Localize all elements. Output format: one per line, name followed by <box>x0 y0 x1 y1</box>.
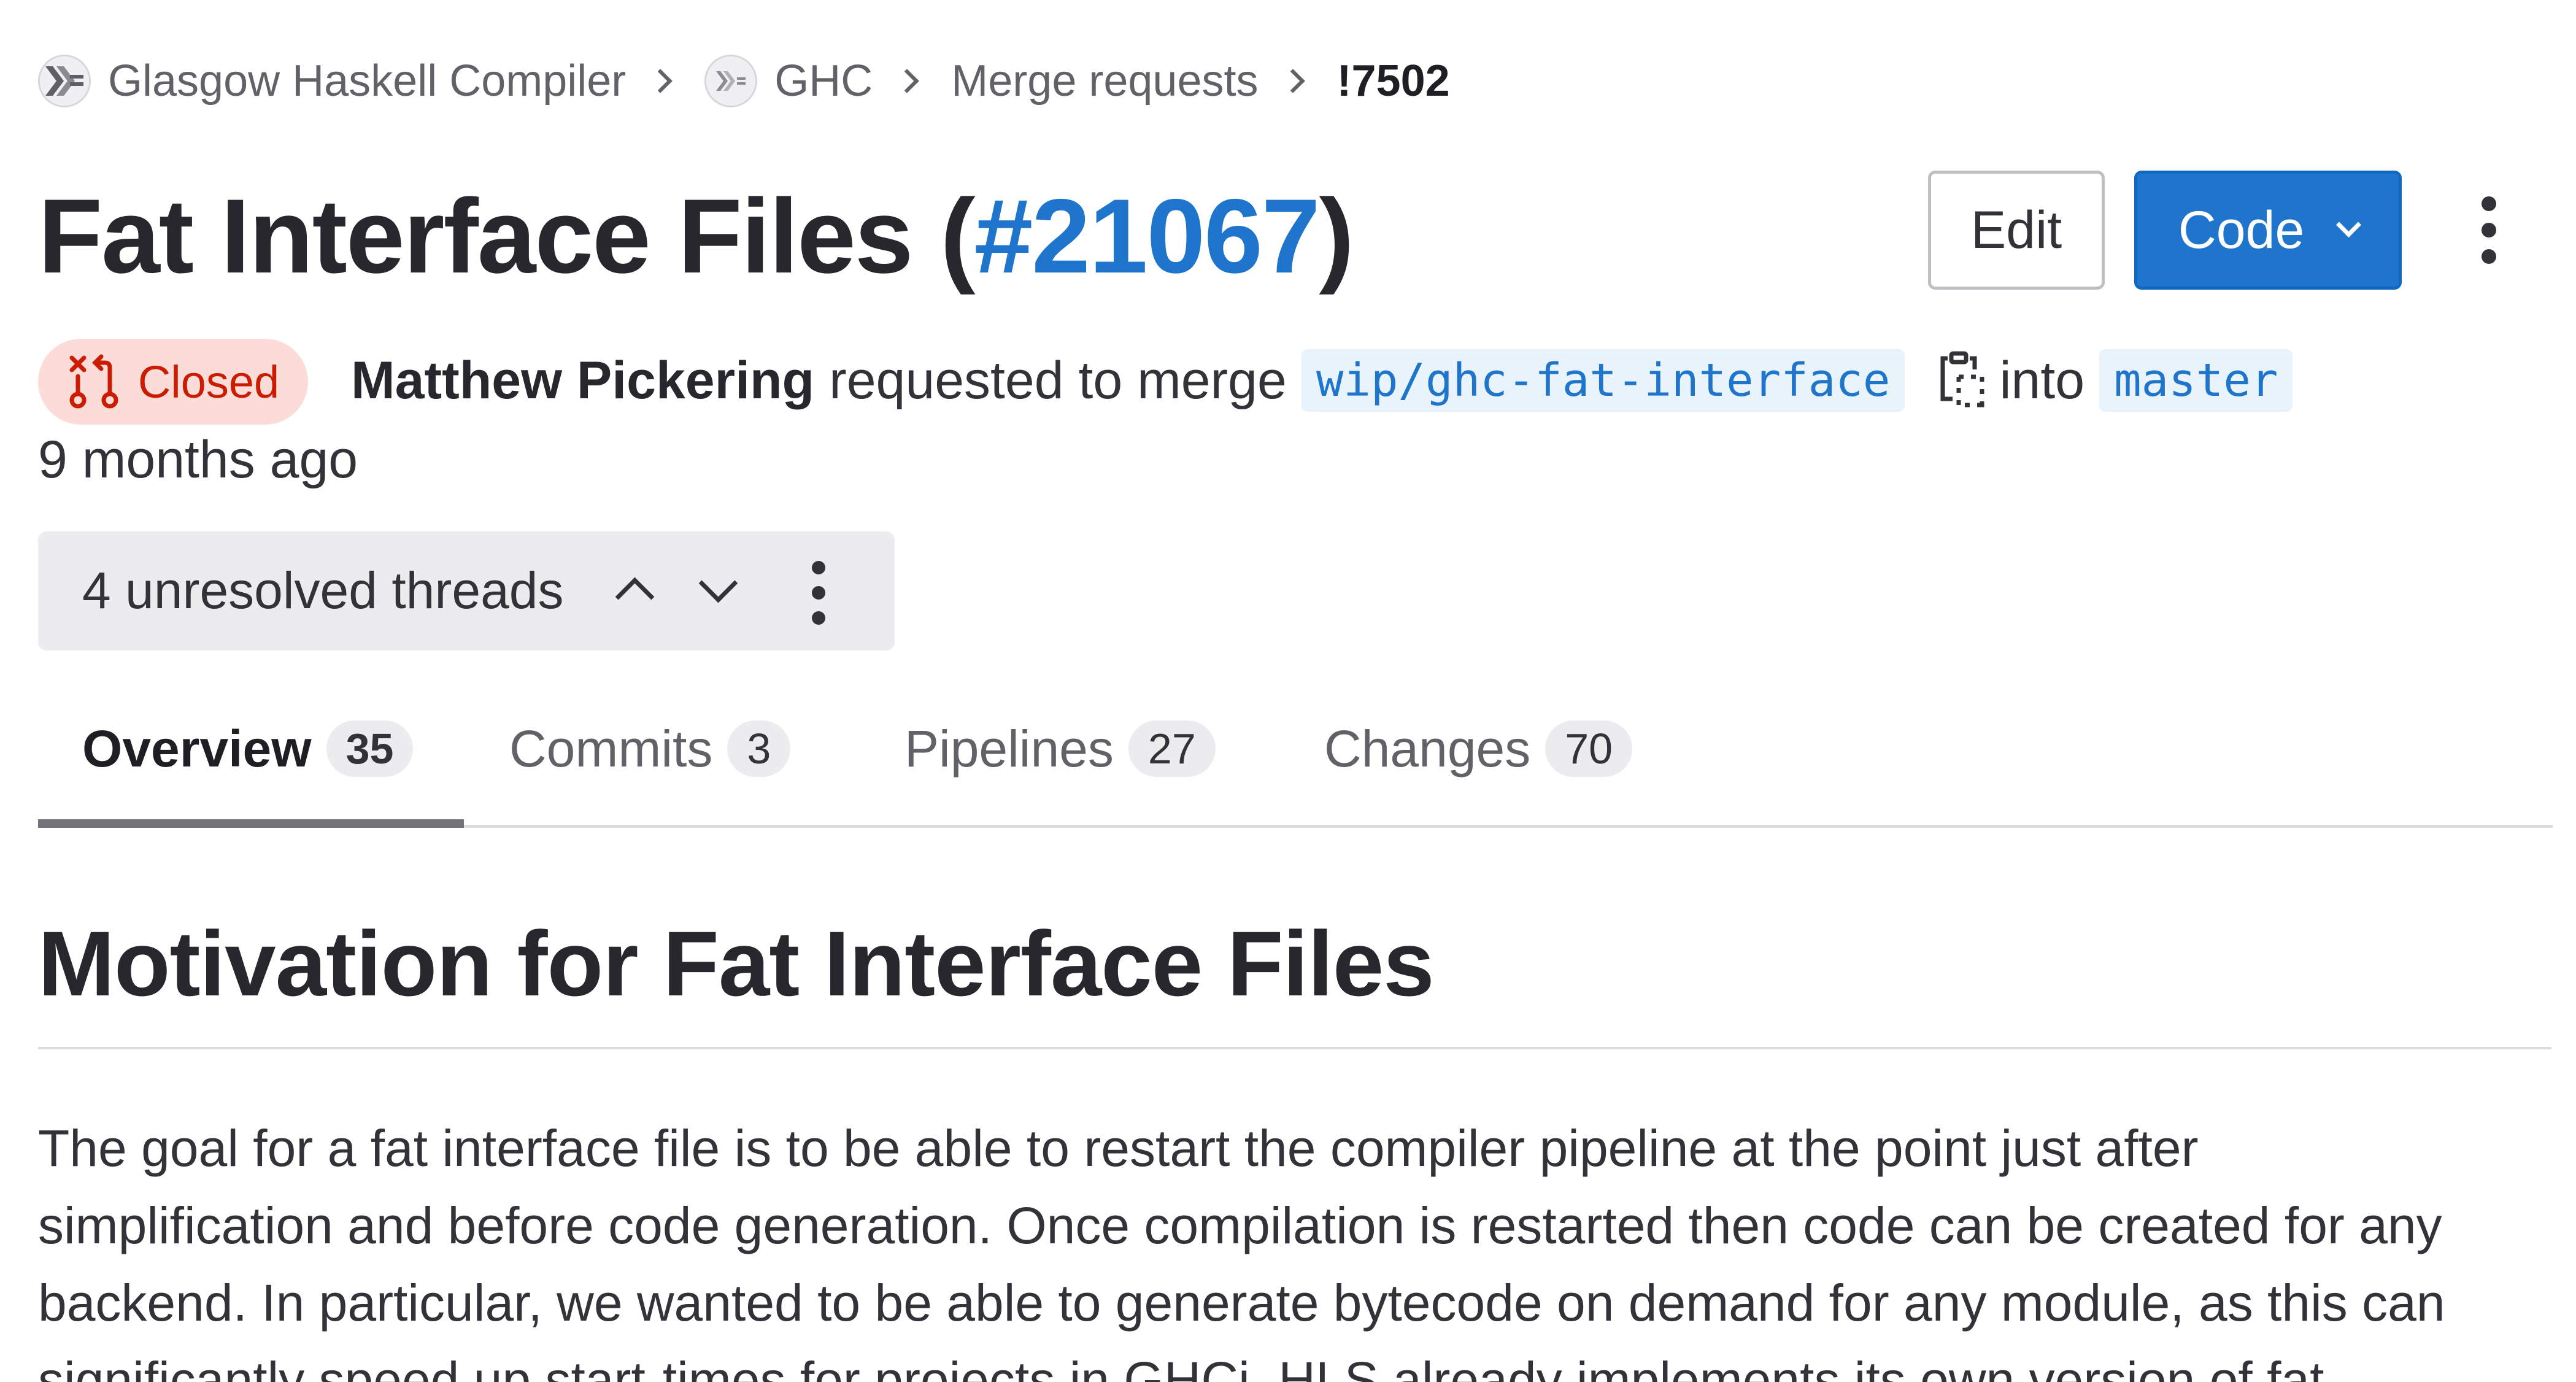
breadcrumb-label: Merge requests <box>951 56 1259 106</box>
chevron-down-icon <box>698 563 738 603</box>
chevron-right-icon <box>1280 69 1305 93</box>
chevron-down-icon <box>2336 212 2362 237</box>
description-heading: Motivation for Fat Interface Files <box>38 912 1435 1015</box>
active-tab-indicator <box>38 819 464 828</box>
paragraph-line: simplification and before code generatio… <box>38 1197 2442 1254</box>
created-time: 9 months ago <box>38 430 358 489</box>
heading-divider <box>38 1047 2551 1049</box>
paragraph-line: backend. In particular, we wanted to be … <box>38 1274 2445 1332</box>
threads-count: 4 unresolved threads <box>82 562 564 619</box>
merge-request-close-icon <box>69 354 118 409</box>
tab-commits[interactable]: Commits 3 <box>509 675 791 822</box>
status-badge: Closed <box>38 339 308 425</box>
more-actions-button[interactable] <box>2477 196 2501 264</box>
tab-label: Commits <box>509 719 713 778</box>
title-close: ) <box>1319 177 1354 295</box>
breadcrumb-item-group[interactable]: Glasgow Haskell Compiler <box>38 55 626 107</box>
tab-changes[interactable]: Changes 70 <box>1324 675 1633 822</box>
status-badge-label: Closed <box>137 356 280 407</box>
thread-options-button[interactable] <box>806 561 831 625</box>
breadcrumb-label: !7502 <box>1336 56 1450 106</box>
merge-request-tabs: Overview 35 Commits 3 Pipelines 27 Chang… <box>38 675 2553 828</box>
page-title: Fat Interface Files (#21067) <box>38 169 1354 304</box>
chevron-right-icon <box>648 69 673 93</box>
chevron-right-icon <box>895 69 920 93</box>
kebab-dot <box>2482 249 2496 264</box>
title-text: Fat Interface Files ( <box>38 177 976 295</box>
tab-label: Pipelines <box>904 719 1114 778</box>
description-paragraph: The goal for a fat interface file is to … <box>38 1110 2542 1382</box>
tab-pipelines[interactable]: Pipelines 27 <box>904 675 1216 822</box>
project-avatar-icon <box>704 55 758 107</box>
into-text: into <box>1999 350 2085 410</box>
tab-count-badge: 35 <box>326 720 414 777</box>
previous-thread-button[interactable] <box>612 569 655 617</box>
tab-count-badge: 27 <box>1128 720 1216 777</box>
kebab-dot <box>812 611 825 625</box>
target-branch[interactable]: master <box>2099 349 2293 412</box>
tab-label: Changes <box>1324 719 1531 778</box>
author-link[interactable]: Matthew Pickering <box>351 350 814 411</box>
kebab-dot <box>812 586 825 600</box>
edit-button-label: Edit <box>1970 200 2062 260</box>
breadcrumb: Glasgow Haskell Compiler GHC Merge reque… <box>38 50 1450 112</box>
breadcrumb-item-merge-requests[interactable]: Merge requests <box>951 56 1258 106</box>
breadcrumb-label: Glasgow Haskell Compiler <box>108 56 627 106</box>
group-avatar-icon <box>38 55 91 107</box>
breadcrumb-item-current[interactable]: !7502 <box>1337 56 1450 106</box>
code-dropdown-button[interactable]: Code <box>2134 171 2402 290</box>
unresolved-threads-bar: 4 unresolved threads <box>38 531 895 650</box>
copy-branch-icon[interactable] <box>1939 351 1986 410</box>
merge-meta: Matthew Pickering requested to merge wip… <box>351 344 2293 417</box>
paragraph-line: The goal for a fat interface file is to … <box>38 1119 2199 1177</box>
kebab-dot <box>2482 196 2496 211</box>
paragraph-line: significantly speed up start-times for p… <box>38 1351 2324 1382</box>
code-button-label: Code <box>2178 200 2305 260</box>
next-thread-button[interactable] <box>696 563 739 612</box>
edit-button[interactable]: Edit <box>1928 171 2105 290</box>
breadcrumb-label: GHC <box>774 56 873 106</box>
tab-count-badge: 70 <box>1545 720 1633 777</box>
tab-overview[interactable]: Overview 35 <box>82 675 414 822</box>
action-text: requested to merge <box>829 350 1287 410</box>
source-branch[interactable]: wip/ghc-fat-interface <box>1301 349 1905 412</box>
breadcrumb-item-project[interactable]: GHC <box>704 55 873 107</box>
kebab-dot <box>812 561 825 574</box>
tab-count-badge: 3 <box>727 720 791 777</box>
chevron-up-icon <box>615 577 655 617</box>
kebab-dot <box>2482 223 2496 237</box>
tab-label: Overview <box>82 719 312 778</box>
issue-link[interactable]: #21067 <box>974 177 1321 295</box>
